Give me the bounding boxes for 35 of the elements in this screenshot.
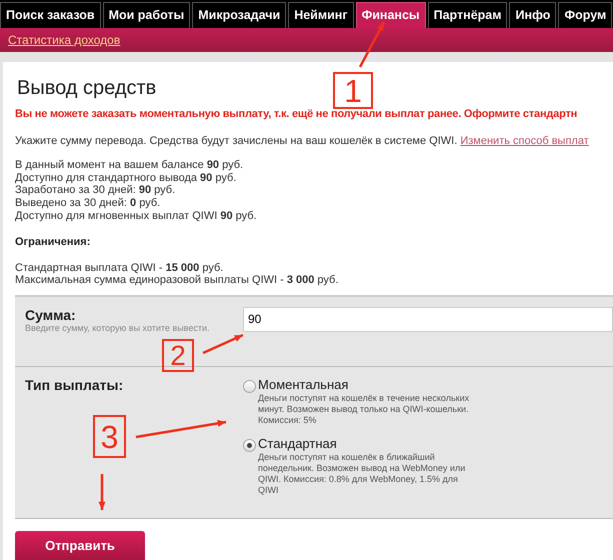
nav-tab[interactable]: Микрозадачи (192, 2, 286, 28)
annotation-number: 2 (162, 339, 194, 372)
nav-tab[interactable]: Мои работы (102, 2, 190, 28)
nav-tab[interactable]: Нейминг (288, 2, 354, 28)
change-method-link[interactable]: Изменить способ выплат (460, 135, 589, 147)
nav-tab[interactable]: Поиск заказов (0, 2, 101, 28)
annotation-number: 1 (333, 72, 373, 109)
balance-line: Доступно для стандартного вывода 90 руб. (15, 172, 238, 184)
nav-tab[interactable]: Партнёрам (428, 2, 508, 28)
warning-text: Вы не можете заказать моментальную выплату, т.к. ещё не получали выплат ранее. Оформите стандартн (15, 108, 578, 121)
nav-tab[interactable]: Финансы (356, 2, 426, 28)
limit-line: Максимальная сумма единоразовой выплаты QIWI - 3 000 руб. (15, 274, 340, 287)
balance-line: Заработано за 30 дней: 90 руб. (15, 184, 176, 198)
balance-line: В данный момент на вашем балансе 90 руб. (15, 159, 244, 172)
option-title: Моментальная (258, 376, 348, 393)
annotation-number: 3 (93, 415, 126, 458)
nav-tab[interactable]: Инфо (509, 2, 556, 28)
option-title: Стандартная (258, 436, 337, 452)
option-description: Деньги поступят на кошелёк в ближайший понедельник. Возможен вывод на WebMoney или QIWI. Комиссия: 0.8% для WebMoney, 1.5% для QIWI (258, 452, 466, 496)
option-description: Деньги поступят на кошелёк в течение нескольких минут. Возможен вывод только на QIWI-кошельки. Комиссия: 5% (258, 392, 470, 426)
submit-button[interactable]: Отправить (15, 530, 145, 560)
intro-text: Укажите сумму перевода. Средства будут зачислены на ваш кошелёк в системе QIWI. Изменить способ выплат (15, 135, 590, 148)
radio-button[interactable] (243, 438, 256, 452)
balance-line: Доступно для мгновенных выплат QIWI 90 руб. (15, 210, 258, 223)
amount-hint: Введите сумму, которую вы хотите вывести. (25, 322, 210, 334)
limit-line: Стандартная выплата QIWI - 15 000 руб. (15, 262, 224, 274)
payout-type-label: Тип выплаты: (25, 376, 124, 393)
page-title: Вывод средств (17, 76, 156, 100)
balance-line: Выведено за 30 дней: 0 руб. (15, 197, 162, 210)
limits-heading: Ограничения: (15, 236, 92, 249)
amount-input[interactable]: 90 (243, 306, 613, 332)
amount-label: Сумма: (25, 306, 76, 323)
radio-button[interactable] (243, 380, 256, 393)
nav-tab[interactable]: Форум (558, 2, 612, 28)
income-stats-link[interactable]: Статистика доходов (8, 31, 120, 49)
